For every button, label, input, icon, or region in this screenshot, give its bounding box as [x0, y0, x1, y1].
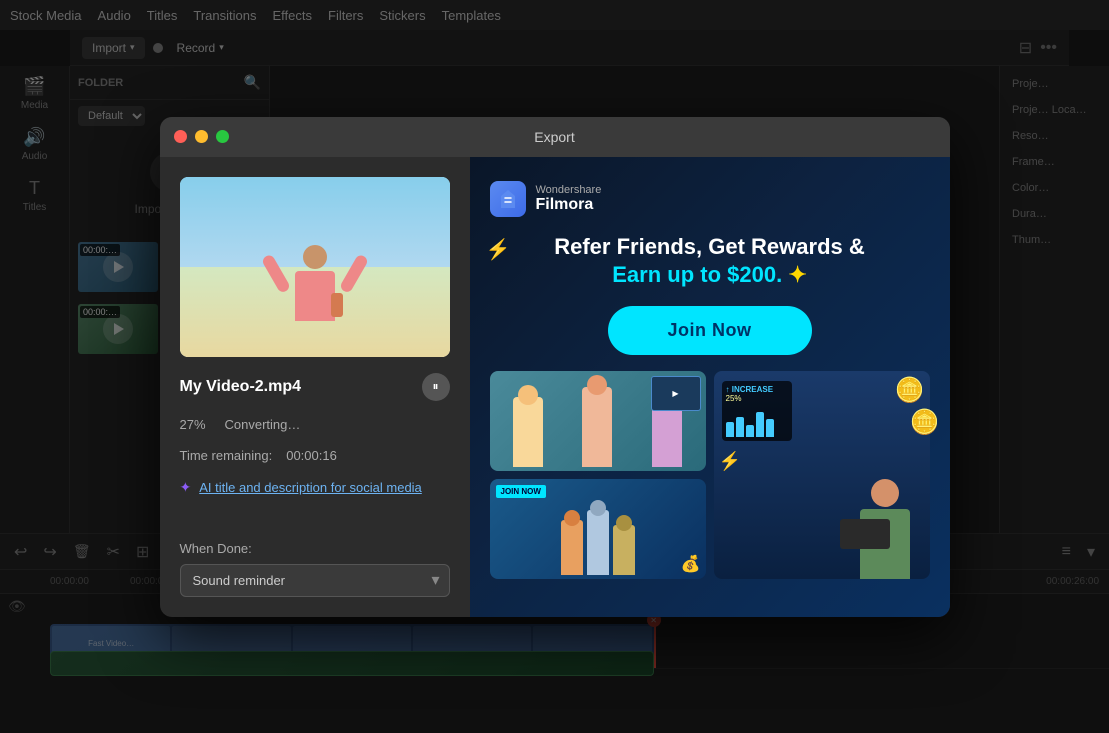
export-left-panel: My Video-2.mp4 ⏸ 27% Converting… Time re… — [160, 157, 470, 617]
star-icon: ✦ — [788, 262, 806, 287]
when-done-label: When Done: — [180, 541, 450, 556]
ad-image-group: ▶ — [490, 371, 706, 471]
pause-button[interactable]: ⏸ — [422, 373, 450, 401]
ai-icon: ✦ — [180, 479, 192, 496]
sparkle-top: ⚡ — [486, 237, 511, 262]
modal-titlebar: Export — [160, 117, 950, 157]
filmora-logo — [490, 181, 526, 217]
time-remaining-label: Time remaining: — [180, 448, 273, 463]
ai-label-row[interactable]: ✦ AI title and description for social me… — [180, 479, 450, 496]
ai-label-text: AI title and description for social medi… — [199, 480, 422, 495]
ad-images-grid: ▶ — [490, 371, 930, 579]
filmora-brand: Wondershare Filmora — [490, 181, 602, 217]
modal-title: Export — [534, 129, 574, 145]
brand-filmora: Filmora — [536, 196, 602, 214]
maximize-button[interactable] — [216, 130, 229, 143]
coin-decoration: 🪙 — [895, 376, 925, 405]
sparkle-bottom: 🪙 — [910, 408, 940, 437]
when-done-section: When Done: Sound reminder Do nothing Shu… — [180, 541, 450, 597]
join-now-button[interactable]: Join Now — [608, 306, 812, 355]
brand-wondershare: Wondershare — [536, 184, 602, 196]
modal-overlay: Export — [0, 0, 1109, 733]
when-done-select-wrapper: Sound reminder Do nothing Shut down — [180, 564, 450, 597]
time-remaining-row: Time remaining: 00:00:16 — [180, 448, 450, 463]
progress-row: 27% Converting… — [180, 417, 450, 432]
video-filename: My Video-2.mp4 — [180, 378, 302, 396]
time-remaining-value: 00:00:16 — [286, 448, 337, 463]
ad-subheadline: Earn up to $200. ✦ — [554, 261, 865, 290]
filename-row: My Video-2.mp4 ⏸ — [180, 373, 450, 401]
ad-headline-container: Refer Friends, Get Rewards & Earn up to … — [554, 233, 865, 290]
export-modal: Export — [160, 117, 950, 617]
ad-image-join: JOIN NOW — [490, 479, 706, 579]
video-preview — [180, 177, 450, 357]
when-done-select[interactable]: Sound reminder Do nothing Shut down — [180, 564, 450, 597]
filmora-text: Wondershare Filmora — [536, 184, 602, 214]
close-button[interactable] — [174, 130, 187, 143]
arrow-decoration: ⚡ — [719, 451, 741, 472]
ad-headline: Refer Friends, Get Rewards & — [554, 233, 865, 262]
ad-image-man: ↑ INCREASE 25% — [714, 371, 930, 579]
progress-status: Converting… — [225, 417, 301, 432]
minimize-button[interactable] — [195, 130, 208, 143]
export-right-panel: Wondershare Filmora Refer Friends, Get R… — [470, 157, 950, 617]
progress-pct: 27% — [180, 417, 215, 432]
modal-body: My Video-2.mp4 ⏸ 27% Converting… Time re… — [160, 157, 950, 617]
